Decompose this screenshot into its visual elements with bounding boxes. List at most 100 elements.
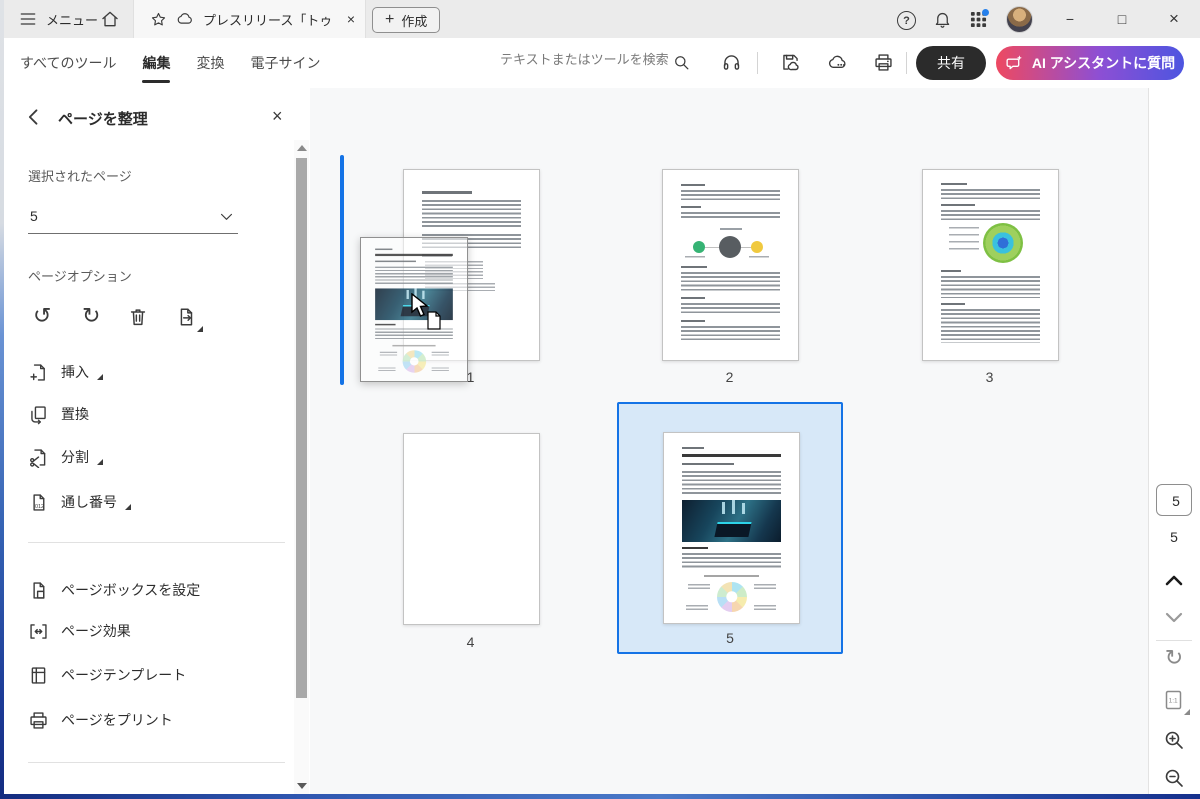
trash-icon xyxy=(127,306,149,328)
actual-size-button[interactable]: 1:1 xyxy=(1162,688,1186,712)
panel-close-button[interactable]: × xyxy=(272,106,283,127)
submenu-indicator xyxy=(97,459,103,465)
panel-item-page-templates[interactable]: ページテンプレート xyxy=(28,663,186,687)
tab-convert[interactable]: 変換 xyxy=(196,38,224,88)
zoom-out-icon xyxy=(1162,766,1186,790)
text-line-placeholder xyxy=(941,204,975,206)
selected-pages-dropdown[interactable] xyxy=(218,208,235,225)
scroll-up-arrow[interactable] xyxy=(297,145,307,151)
share-button[interactable]: 共有 xyxy=(916,46,986,80)
scrollbar-thumb[interactable] xyxy=(296,158,307,698)
drop-indicator xyxy=(340,155,344,385)
window-maximize-button[interactable]: □ xyxy=(1100,0,1144,38)
diagram-label-placeholder xyxy=(720,228,742,230)
page-thumbnail-5[interactable] xyxy=(663,432,800,624)
home-icon xyxy=(100,9,120,29)
panel-item-label: ページテンプレート xyxy=(61,665,186,685)
window-close-button[interactable]: × xyxy=(1152,0,1196,38)
page-5-preview xyxy=(664,433,799,623)
panel-item-set-page-boxes[interactable]: ページボックスを設定 xyxy=(28,578,200,602)
panel-item-label: 挿入 xyxy=(61,362,89,382)
tab-all-tools[interactable]: すべてのツール xyxy=(20,38,116,88)
text-line-placeholder xyxy=(941,303,965,305)
print-button[interactable] xyxy=(873,52,894,73)
panel-item-label: 分割 xyxy=(61,447,89,467)
zoom-out-button[interactable] xyxy=(1162,766,1186,790)
pinwheel-diagram xyxy=(717,582,747,612)
ai-label: AI アシスタントに質問 xyxy=(1032,53,1175,73)
rotate-right-button[interactable]: ↻ xyxy=(82,305,100,327)
panel-divider xyxy=(28,762,285,763)
extract-page-button[interactable] xyxy=(175,306,197,328)
page-number-input-box[interactable] xyxy=(1156,484,1192,516)
cloud-storage-button[interactable] xyxy=(827,52,848,73)
panel-item-label: ページボックスを設定 xyxy=(61,580,200,600)
paragraph-placeholder xyxy=(681,326,780,340)
panel-item-print-pages[interactable]: ページをプリント xyxy=(28,708,173,732)
panel-item-insert[interactable]: 挿入 xyxy=(28,360,103,384)
rail-divider xyxy=(1156,640,1192,641)
chevron-down-icon xyxy=(1162,608,1186,628)
rotate-view-icon: ↻ xyxy=(1165,645,1183,670)
app-switcher-button[interactable] xyxy=(970,11,987,28)
user-avatar[interactable] xyxy=(1006,6,1033,33)
zoom-in-button[interactable] xyxy=(1162,728,1186,752)
save-button[interactable] xyxy=(780,52,801,73)
create-tab-button[interactable]: + 作成 xyxy=(372,7,440,33)
ai-chat-icon xyxy=(1005,54,1024,73)
numbering-badge-text: 012 xyxy=(35,503,44,509)
tab-edit[interactable]: 編集 xyxy=(142,38,170,88)
rotate-left-button[interactable]: ↺ xyxy=(33,305,51,327)
toolbar-nav: すべてのツール 編集 変換 電子サイン xyxy=(20,38,320,88)
window-minimize-button[interactable]: − xyxy=(1048,0,1092,38)
panel-item-bates-numbering[interactable]: 012 通し番号 xyxy=(28,490,131,514)
page-thumbnail-2[interactable] xyxy=(662,169,799,361)
paragraph-placeholder xyxy=(682,553,781,569)
help-button[interactable]: ? xyxy=(897,11,916,30)
panel-item-replace[interactable]: 置換 xyxy=(28,402,89,426)
notifications-button[interactable] xyxy=(933,10,952,29)
panel-back-button[interactable] xyxy=(24,107,44,127)
search-button[interactable] xyxy=(672,53,691,72)
panel-close-icon: × xyxy=(272,106,283,126)
insert-page-icon xyxy=(28,362,49,383)
next-page-button[interactable] xyxy=(1162,608,1186,628)
page-thumbnail-3[interactable] xyxy=(922,169,1059,361)
actual-size-label: 1:1 xyxy=(1169,698,1178,705)
panel-item-page-effects[interactable]: ページ効果 xyxy=(28,619,131,643)
menu-label: メニュー xyxy=(46,10,98,29)
delete-page-button[interactable] xyxy=(127,306,149,328)
maximize-icon: □ xyxy=(1118,11,1126,27)
diagram-label-placeholder xyxy=(754,605,776,611)
diagram-label-placeholder xyxy=(749,256,769,259)
callout-placeholder xyxy=(949,234,979,237)
paragraph-placeholder xyxy=(682,471,781,496)
previous-page-button[interactable] xyxy=(1162,570,1186,590)
dropdown-underline xyxy=(28,233,238,234)
search-icon xyxy=(672,53,691,72)
rotate-view-button[interactable]: ↻ xyxy=(1148,647,1200,669)
tab-close-icon[interactable]: × xyxy=(347,12,355,26)
search-input[interactable] xyxy=(498,51,674,68)
page-numbering-icon: 012 xyxy=(28,492,49,513)
diagram-label-placeholder xyxy=(686,605,708,611)
home-button[interactable] xyxy=(100,0,120,38)
panel-title: ページを整理 xyxy=(58,108,148,129)
scroll-down-arrow[interactable] xyxy=(297,783,307,789)
save-cloud-icon xyxy=(780,52,801,73)
panel-divider xyxy=(28,542,285,543)
ai-assistant-button[interactable]: AI アシスタントに質問 xyxy=(996,46,1184,80)
panel-item-split[interactable]: 分割 xyxy=(28,445,103,469)
document-tab[interactable]: プレスリリース「トゥ... × xyxy=(133,0,366,38)
read-aloud-button[interactable] xyxy=(721,52,742,73)
star-icon[interactable] xyxy=(150,11,167,28)
page-thumbnail-4[interactable] xyxy=(403,433,540,625)
text-line-placeholder xyxy=(682,447,704,449)
text-line-placeholder xyxy=(682,547,708,549)
search-bar[interactable] xyxy=(498,51,674,69)
tab-esign[interactable]: 電子サイン xyxy=(250,38,320,88)
text-line-placeholder xyxy=(422,191,472,194)
hamburger-menu-button[interactable]: メニュー xyxy=(18,0,98,38)
page-number-input[interactable] xyxy=(1157,485,1195,517)
page-options-label: ページオプション xyxy=(28,266,132,285)
